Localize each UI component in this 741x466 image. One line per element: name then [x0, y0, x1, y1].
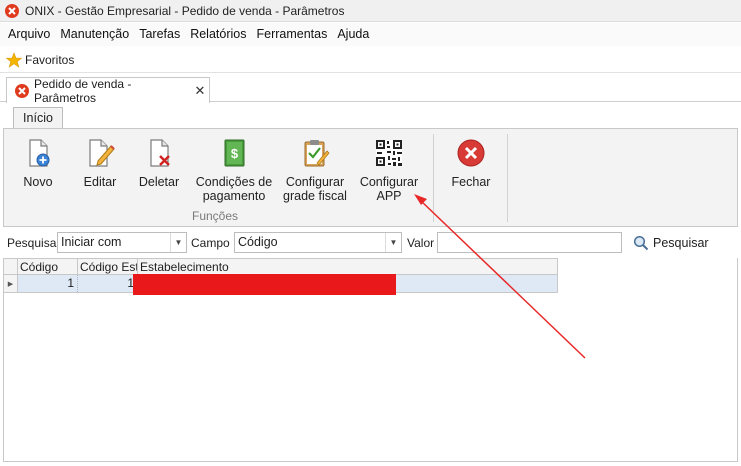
ribbon-panel: Novo Editar Deletar $ Condições de pagam…: [3, 128, 738, 227]
money-book-icon: $: [224, 139, 245, 167]
pesquisar-button[interactable]: Pesquisar: [633, 232, 709, 253]
close-circle-icon: [457, 139, 485, 167]
close-tab-icon[interactable]: ✕: [191, 83, 209, 99]
app-label-line1: Configurar: [359, 175, 419, 189]
star-icon: [6, 51, 22, 68]
search-icon: [633, 235, 649, 250]
qr-code-icon: [376, 140, 402, 166]
favorites-button[interactable]: Favoritos: [25, 53, 74, 67]
window-title: ONIX - Gestão Empresarial - Pedido de ve…: [25, 3, 345, 18]
campo-combo[interactable]: Código ▼: [234, 232, 402, 253]
deletar-label: Deletar: [138, 175, 180, 189]
configurar-grade-fiscal-button[interactable]: Configurar grade fiscal: [282, 137, 348, 203]
menu-ferramentas[interactable]: Ferramentas: [251, 23, 332, 46]
chevron-down-icon[interactable]: ▼: [385, 233, 401, 252]
ribbon-group-label: Funções: [192, 209, 239, 223]
condicoes-label-line2: pagamento: [202, 189, 266, 203]
edit-document-icon: [89, 139, 115, 167]
ribbon-group-separator: [433, 134, 434, 222]
campo-label: Campo: [191, 236, 230, 250]
campo-value: Código: [238, 235, 278, 249]
pesquisa-value: Iniciar com: [61, 235, 122, 249]
novo-button[interactable]: Novo: [20, 137, 56, 189]
grade-label-line2: grade fiscal: [283, 189, 347, 203]
menu-relatorios[interactable]: Relatórios: [185, 23, 251, 46]
ribbon-tab-strip: Início: [0, 103, 741, 130]
editar-button[interactable]: Editar: [80, 137, 120, 189]
editar-label: Editar: [83, 175, 117, 189]
svg-text:$: $: [231, 146, 239, 161]
grade-label-line1: Configurar: [285, 175, 345, 189]
row-pointer-icon: ▶: [4, 275, 18, 292]
grid-header: Código Código Esta Estabelecimento: [3, 258, 558, 275]
chevron-down-icon[interactable]: ▼: [170, 233, 186, 252]
fechar-label: Fechar: [451, 175, 491, 189]
condicoes-pagamento-button[interactable]: $ Condições de pagamento: [194, 137, 274, 203]
menu-ajuda[interactable]: Ajuda: [332, 23, 374, 46]
tab-inicio[interactable]: Início: [13, 107, 63, 130]
pesquisa-combo[interactable]: Iniciar com ▼: [57, 232, 187, 253]
novo-label: Novo: [23, 175, 53, 189]
menu-manutencao[interactable]: Manutenção: [55, 23, 134, 46]
clipboard-check-icon: [304, 140, 330, 167]
menu-tarefas[interactable]: Tarefas: [134, 23, 185, 46]
condicoes-label-line1: Condições de: [195, 175, 273, 189]
pesquisa-label: Pesquisa: [7, 236, 57, 250]
pesquisar-label: Pesquisar: [653, 235, 709, 250]
menu-arquivo[interactable]: Arquivo: [3, 23, 55, 46]
configurar-app-button[interactable]: Configurar APP: [358, 137, 420, 203]
onix-logo-icon: [15, 83, 29, 98]
header-row-indicator: [4, 259, 18, 275]
cell-codigo[interactable]: 1: [18, 275, 78, 292]
valor-input[interactable]: [437, 232, 622, 253]
redaction-box: [133, 274, 396, 295]
document-tab-pedido-parametros[interactable]: Pedido de venda - Parâmetros ✕: [6, 76, 210, 105]
deletar-button[interactable]: Deletar: [137, 137, 181, 189]
new-document-icon: [29, 139, 50, 167]
ribbon-group-separator: [507, 134, 508, 222]
menu-bar: Arquivo Manutenção Tarefas Relatórios Fe…: [0, 23, 741, 46]
cell-codigo-estab[interactable]: 1: [78, 275, 138, 292]
fechar-button[interactable]: Fechar: [450, 137, 492, 189]
document-tab-strip: Pedido de venda - Parâmetros ✕: [0, 74, 741, 105]
delete-document-icon: [150, 139, 170, 167]
favorites-bar: Favoritos: [0, 47, 741, 73]
title-bar: ONIX - Gestão Empresarial - Pedido de ve…: [0, 0, 741, 22]
app-label-line2: APP: [376, 189, 402, 203]
column-header-codigo[interactable]: Código: [18, 259, 78, 275]
document-tab-label: Pedido de venda - Parâmetros: [34, 76, 132, 105]
valor-label: Valor: [407, 236, 435, 250]
column-header-estabelecimento[interactable]: Estabelecimento: [138, 259, 557, 275]
column-header-codigo-estab[interactable]: Código Esta: [78, 259, 138, 275]
search-bar: Pesquisa Iniciar com ▼ Campo Código ▼ Va…: [0, 230, 741, 256]
onix-logo-icon: [5, 3, 19, 18]
